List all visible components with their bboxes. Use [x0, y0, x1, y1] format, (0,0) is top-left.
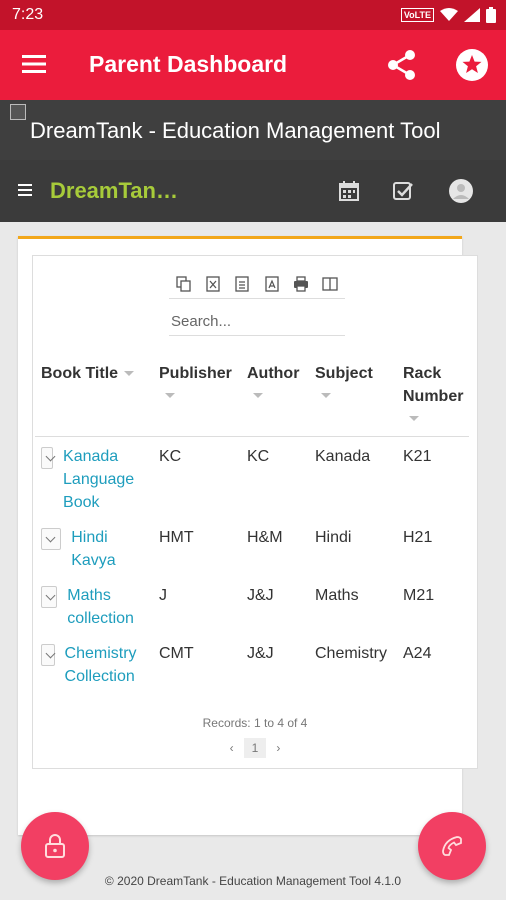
app-bar: Parent Dashboard [0, 30, 506, 100]
phone-icon [442, 836, 462, 856]
calendar-icon[interactable] [337, 179, 361, 203]
excel-icon [206, 276, 220, 292]
cell-publisher: CMT [159, 645, 194, 662]
sort-icon [409, 416, 419, 421]
pagination: ‹ 1 › [33, 738, 477, 758]
call-fab-button[interactable] [418, 812, 486, 880]
cell-publisher: J [159, 587, 167, 604]
cell-subject: Maths [315, 587, 359, 604]
books-table-container: Book Title Publisher Author Subject Rack… [32, 255, 478, 769]
csv-icon [235, 276, 249, 292]
wifi-icon [440, 8, 458, 21]
column-label: Book Title [41, 365, 119, 382]
cell-subject: Kanada [315, 448, 371, 465]
expand-row-button[interactable] [41, 586, 58, 608]
sort-icon [321, 393, 331, 398]
sub-navbar: DreamTan… [0, 160, 506, 222]
cell-title: Kanada Language Book [35, 437, 153, 519]
cell-publisher: HMT [159, 529, 194, 546]
columns-icon [322, 277, 338, 291]
cell-author: J&J [247, 587, 274, 604]
page-title: Parent Dashboard [89, 51, 288, 77]
cell-rack: A24 [403, 645, 432, 662]
sort-icon [253, 393, 263, 398]
cell-subject: Hindi [315, 529, 352, 546]
column-header-book-title[interactable]: Book Title [35, 356, 153, 437]
page-button[interactable]: 1 [243, 738, 267, 758]
cell-rack: K21 [403, 448, 432, 465]
cell-author: H&M [247, 529, 283, 546]
cell-rack: H21 [403, 529, 433, 546]
book-title-link[interactable]: Maths collection [67, 584, 149, 630]
copy-icon [176, 276, 191, 292]
excel-button[interactable] [202, 273, 224, 295]
pdf-icon [264, 276, 279, 292]
logo-alt-text: DreamTank - Education Management Tool [30, 118, 441, 143]
status-time: 7:23 [12, 6, 44, 23]
share-icon[interactable] [385, 48, 419, 82]
cell-publisher: KC [159, 448, 182, 465]
cell-subject: Chemistry [315, 645, 388, 662]
book-title-link[interactable]: Kanada Language Book [63, 445, 149, 514]
volte-badge: VoLTE [400, 8, 434, 22]
expand-row-button[interactable] [41, 447, 54, 469]
table-row: Maths collection J J&J Maths M21 [35, 576, 469, 634]
column-header-author[interactable]: Author [241, 356, 309, 437]
column-visibility-button[interactable] [319, 273, 341, 295]
previous-page-button[interactable]: ‹ [230, 741, 234, 755]
table-header-row: Book Title Publisher Author Subject Rack… [35, 356, 469, 437]
table-row: Kanada Language Book KC KC Kanada K21 [35, 437, 469, 519]
column-label: Subject [315, 365, 373, 382]
status-icons: VoLTE [400, 7, 496, 23]
broken-image-icon [10, 104, 26, 120]
menu-icon[interactable] [22, 52, 48, 76]
cell-author: J&J [247, 645, 274, 662]
sort-icon [124, 371, 135, 377]
expand-row-button[interactable] [41, 644, 55, 666]
export-toolbar [169, 270, 345, 299]
lock-fab-button[interactable] [21, 812, 89, 880]
sidebar-toggle-icon[interactable] [18, 184, 32, 196]
next-page-button[interactable]: › [276, 741, 280, 755]
sort-icon [165, 393, 175, 398]
checkbox-icon[interactable] [391, 179, 415, 203]
books-table: Book Title Publisher Author Subject Rack… [35, 356, 469, 692]
book-title-link[interactable]: Chemistry Collection [65, 642, 149, 688]
search-input[interactable] [169, 308, 345, 336]
cell-title: Hindi Kavya [35, 518, 153, 576]
cell-title: Maths collection [35, 576, 153, 634]
logo-banner: DreamTank - Education Management Tool [0, 100, 506, 160]
lock-icon [45, 834, 65, 858]
copy-button[interactable] [173, 273, 195, 295]
battery-icon [486, 7, 496, 23]
table-row: Chemistry Collection CMT J&J Chemistry A… [35, 634, 469, 692]
signal-icon [464, 8, 480, 22]
star-icon[interactable] [455, 48, 489, 82]
status-bar: 7:23 VoLTE [0, 0, 506, 30]
column-header-subject[interactable]: Subject [309, 356, 397, 437]
cell-rack: M21 [403, 587, 435, 604]
book-title-link[interactable]: Hindi Kavya [71, 526, 149, 572]
print-button[interactable] [290, 273, 312, 295]
records-info: Records: 1 to 4 of 4 [202, 716, 308, 730]
pdf-button[interactable] [261, 273, 283, 295]
brand-name[interactable]: DreamTan… [50, 178, 178, 204]
books-card: Book Title Publisher Author Subject Rack… [18, 236, 478, 835]
cell-author: KC [247, 448, 270, 465]
expand-row-button[interactable] [41, 528, 62, 550]
cell-title: Chemistry Collection [35, 634, 153, 692]
avatar[interactable] [449, 179, 473, 203]
column-label: Publisher [159, 365, 232, 382]
column-header-rack-number[interactable]: Rack Number [397, 356, 469, 437]
table-row: Hindi Kavya HMT H&M Hindi H21 [35, 518, 469, 576]
footer-copyright: © 2020 DreamTank - Education Management … [104, 874, 402, 888]
column-label: Rack Number [403, 365, 464, 405]
column-header-publisher[interactable]: Publisher [153, 356, 241, 437]
column-label: Author [247, 365, 300, 382]
csv-button[interactable] [231, 273, 253, 295]
print-icon [293, 276, 308, 292]
